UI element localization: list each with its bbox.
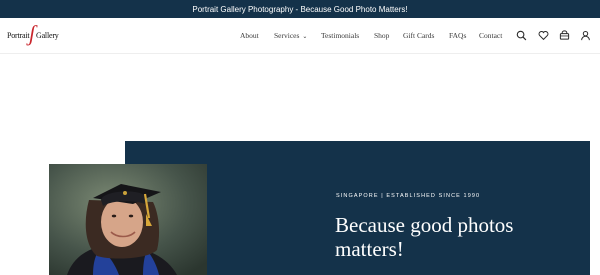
heart-icon[interactable] xyxy=(538,30,549,41)
logo-text-gallery: Gallery xyxy=(36,31,59,40)
chevron-down-icon: ⌄ xyxy=(302,34,308,40)
nav-services[interactable]: Services ⌄ xyxy=(274,31,307,40)
nav-services-label: Services xyxy=(274,31,300,40)
nav-gift-cards[interactable]: Gift Cards xyxy=(403,31,434,40)
nav-testimonials[interactable]: Testimonials xyxy=(321,31,359,40)
site-logo[interactable]: Portrait ʃ Gallery xyxy=(7,21,59,48)
nav-contact[interactable]: Contact xyxy=(479,31,502,40)
hero-headline: Because good photos matters! xyxy=(335,213,514,261)
search-icon[interactable] xyxy=(516,30,527,41)
logo-swoosh-icon: ʃ xyxy=(29,21,36,46)
logo-text-portrait: Portrait xyxy=(7,31,30,40)
user-icon[interactable] xyxy=(580,30,591,41)
nav-shop[interactable]: Shop xyxy=(374,31,389,40)
announcement-bar: Portrait Gallery Photography - Because G… xyxy=(0,0,600,18)
nav-about[interactable]: About xyxy=(240,31,259,40)
site-header: Portrait ʃ Gallery About Services ⌄ Testi… xyxy=(0,18,600,54)
hero-eyebrow: SINGAPORE | ESTABLISHED SINCE 1990 xyxy=(336,193,481,199)
cart-icon[interactable] xyxy=(559,30,570,41)
announcement-text: Portrait Gallery Photography - Because G… xyxy=(192,4,408,14)
nav-faqs[interactable]: FAQs xyxy=(449,31,466,40)
hero-portrait-photo xyxy=(49,164,207,275)
